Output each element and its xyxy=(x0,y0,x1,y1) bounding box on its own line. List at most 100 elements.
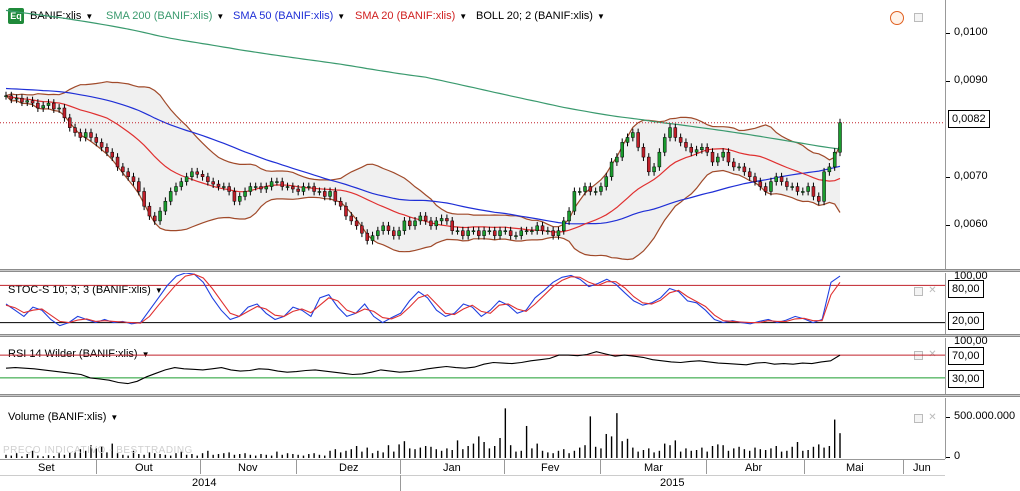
candle-body xyxy=(753,176,757,182)
candle-body xyxy=(769,181,773,192)
candle-body xyxy=(62,107,67,119)
candle-body xyxy=(200,174,205,177)
candle-body xyxy=(636,132,640,148)
candle-body xyxy=(83,132,88,138)
candle-body xyxy=(418,215,423,222)
candle-body xyxy=(620,142,624,158)
rsi-plot xyxy=(0,351,945,385)
candle-body xyxy=(73,127,77,133)
candle-body xyxy=(206,176,210,182)
candle-body xyxy=(413,220,417,227)
x-axis[interactable]: Set Out Nov Dez Jan Fev Mar Abr Mai Jun … xyxy=(0,459,945,491)
candle-body xyxy=(386,225,391,231)
x-year-label: 2014 xyxy=(192,477,217,489)
candle-body xyxy=(716,156,720,163)
candle-body xyxy=(14,97,19,100)
candle-body xyxy=(562,220,566,231)
candle-body xyxy=(381,225,385,231)
x-month-label: Set xyxy=(38,462,55,474)
candle-body xyxy=(726,151,731,163)
x-year-label: 2015 xyxy=(660,477,685,489)
candle-body xyxy=(487,230,492,232)
candle-body xyxy=(503,230,508,232)
candle-body xyxy=(46,102,51,106)
candle-body xyxy=(466,230,470,236)
x-month-label: Dez xyxy=(339,462,359,474)
candle-body xyxy=(838,122,842,153)
candle-body xyxy=(269,181,274,187)
candle-body xyxy=(307,186,311,188)
last-price-badge: 0,0082 xyxy=(948,110,990,128)
candle-body xyxy=(322,191,327,197)
candle-body xyxy=(253,186,258,188)
candle-body xyxy=(524,230,529,232)
y-tick-label: 0,0060 xyxy=(954,218,988,230)
watermark: PREÇO INDICATIVO - BESTTRADING xyxy=(3,445,193,456)
candle-body xyxy=(115,156,120,168)
candle-body xyxy=(137,181,141,192)
candle-body xyxy=(572,191,577,212)
candle-body xyxy=(423,215,428,222)
candle-body xyxy=(519,230,524,236)
chart-window: Eq BANIF:xlis ▼ SMA 200 (BANIF:xlis) ▼ SMA… xyxy=(0,0,1020,491)
series-line xyxy=(5,273,841,324)
candle-body xyxy=(67,117,72,128)
candle-body xyxy=(78,132,83,138)
candle-body xyxy=(20,97,24,103)
candle-body xyxy=(328,191,332,197)
candle-body xyxy=(737,166,741,169)
candle-body xyxy=(142,191,146,207)
candle-body xyxy=(652,166,656,173)
panel-divider[interactable] xyxy=(0,269,1020,272)
volume-y-axis: 500.000.000 0 xyxy=(945,398,1020,462)
candle-body xyxy=(832,151,837,168)
candle-body xyxy=(530,230,534,232)
candle-body xyxy=(811,186,816,197)
candle-body xyxy=(599,186,603,192)
candle-body xyxy=(583,186,587,192)
candle-body xyxy=(710,151,715,163)
candle-body xyxy=(105,147,109,153)
candle-body xyxy=(673,127,678,138)
stoch-panel[interactable]: STOC-S 10; 3; 3 (BANIF:xlis) ▼ ✕ xyxy=(0,273,945,335)
candle-body xyxy=(301,186,306,192)
panel-divider[interactable] xyxy=(0,334,1020,337)
candle-body xyxy=(365,232,369,241)
stoch-plot xyxy=(0,273,945,327)
candle-body xyxy=(291,186,295,190)
candle-body xyxy=(609,161,614,177)
candle-body xyxy=(540,225,545,231)
candle-body xyxy=(333,191,338,202)
x-month-label: Fev xyxy=(541,462,560,474)
candle-body xyxy=(678,137,683,143)
candle-body xyxy=(774,176,779,182)
candle-body xyxy=(577,191,582,193)
candle-body xyxy=(41,105,45,109)
candle-body xyxy=(567,210,571,222)
candle-body xyxy=(785,181,789,187)
candle-body xyxy=(407,220,412,227)
candle-body xyxy=(625,137,630,143)
candle-body xyxy=(498,230,502,236)
rsi-panel[interactable]: RSI 14 Wilder (BANIF:xlis) ▼ ✕ xyxy=(0,338,945,395)
candle-body xyxy=(402,220,407,231)
candle-body xyxy=(546,230,550,232)
candle-body xyxy=(694,149,699,153)
candle-body xyxy=(790,186,794,188)
candle-body xyxy=(535,225,539,231)
candle-body xyxy=(631,132,635,138)
stoch-level-80: 80,00 xyxy=(948,280,984,298)
price-panel[interactable]: Eq BANIF:xlis ▼ SMA 200 (BANIF:xlis) ▼ SMA… xyxy=(0,0,945,270)
x-month-label: Jun xyxy=(913,462,931,474)
candle-body xyxy=(344,205,348,217)
y-tick-label: 0,0070 xyxy=(954,170,988,182)
candle-body xyxy=(461,230,465,236)
y-tick-label: 0 xyxy=(954,450,961,462)
candle-body xyxy=(684,142,688,148)
candle-body xyxy=(121,166,125,173)
panel-divider[interactable] xyxy=(0,394,1020,397)
candle-body xyxy=(227,186,231,192)
candle-body xyxy=(801,191,805,193)
candle-body xyxy=(152,215,157,222)
rsi-level-70: 70,00 xyxy=(948,347,984,365)
